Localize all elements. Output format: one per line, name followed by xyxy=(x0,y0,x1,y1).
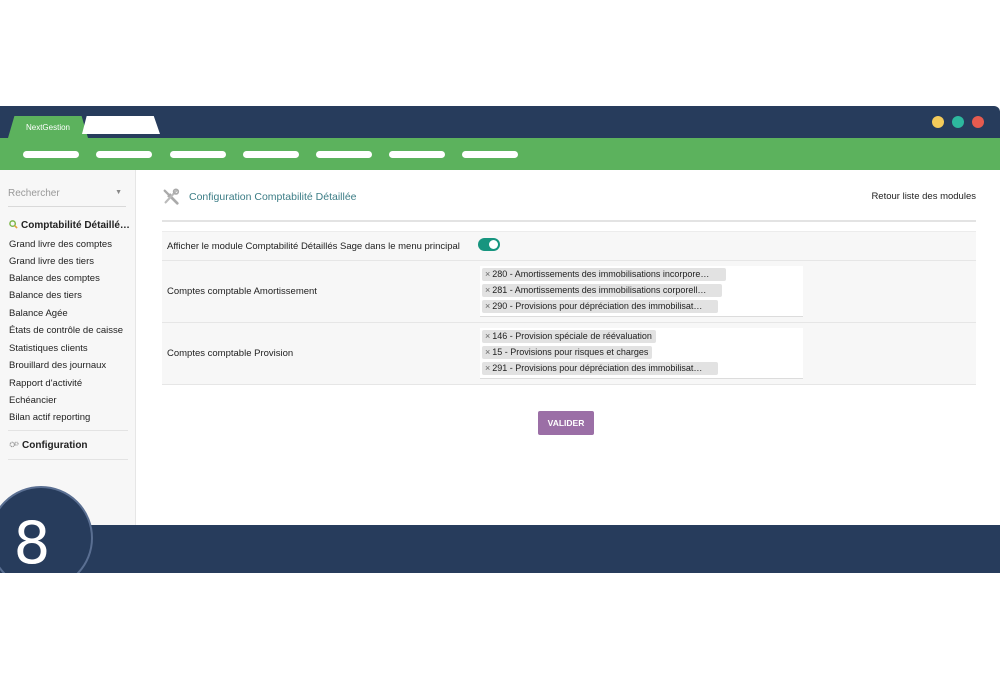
provision-tag-input[interactable]: × 146 - Provision spéciale de réévaluatio… xyxy=(480,328,803,379)
tag-15[interactable]: × 15 - Provisions pour risques et charges xyxy=(482,346,653,359)
tag-146[interactable]: × 146 - Provision spéciale de réévaluatio… xyxy=(482,330,656,343)
sidebar-item-balance-agee[interactable]: Balance Agée xyxy=(9,308,68,319)
search-icon xyxy=(9,220,18,229)
amortissement-label: Comptes comptable Amortissement xyxy=(167,286,317,297)
settings-table: Afficher le module Comptabilité Détaillé… xyxy=(162,231,976,385)
tag-label: 280 - Amortissements des immobilisations… xyxy=(492,269,710,279)
remove-tag-icon[interactable]: × xyxy=(485,363,490,373)
nav-item-6[interactable] xyxy=(389,151,445,158)
sidebar-item-balance-tiers[interactable]: Balance des tiers xyxy=(9,290,82,301)
setting-row-amortissement: Comptes comptable Amortissement × 280 - A… xyxy=(162,261,976,323)
sidebar-item-statistiques-clients[interactable]: Statistiques clients xyxy=(9,343,88,354)
step-badge: 8 xyxy=(0,486,93,573)
step-number: 8 xyxy=(13,509,51,573)
nav-item-5[interactable] xyxy=(316,151,372,158)
remove-tag-icon[interactable]: × xyxy=(485,347,490,357)
nav-item-3[interactable] xyxy=(170,151,226,158)
tab-label: NextGestion xyxy=(25,122,71,132)
nav-item-7[interactable] xyxy=(462,151,518,158)
sidebar-item-rapport-activite[interactable]: Rapport d'activité xyxy=(9,378,82,389)
sidebar-item-balance-comptes[interactable]: Balance des comptes xyxy=(9,273,100,284)
nav-item-4[interactable] xyxy=(243,151,299,158)
amortissement-tag-input[interactable]: × 280 - Amortissements des immobilisation… xyxy=(480,266,803,317)
title-bar: NextGestion xyxy=(0,106,1000,138)
provision-label: Comptes comptable Provision xyxy=(167,348,294,359)
remove-tag-icon[interactable]: × xyxy=(485,301,490,311)
tag-label: 15 - Provisions pour risques et charges xyxy=(492,347,649,357)
remove-tag-icon[interactable]: × xyxy=(485,269,490,279)
remove-tag-icon[interactable]: × xyxy=(485,285,490,295)
sidebar-item-grand-livre-comptes[interactable]: Grand livre des comptes xyxy=(9,239,112,250)
search-placeholder: Rechercher xyxy=(8,188,60,199)
menu-display-toggle[interactable] xyxy=(478,238,500,251)
maximize-dot[interactable] xyxy=(952,116,964,128)
page-header: Configuration Comptabilité Détaillée Ret… xyxy=(162,184,976,222)
chevron-down-icon[interactable]: ▼ xyxy=(115,189,122,196)
toggle-label: Afficher le module Comptabilité Détaillé… xyxy=(167,241,460,252)
section-title: Comptabilité Détaillé… xyxy=(21,220,130,231)
close-dot[interactable] xyxy=(972,116,984,128)
page-title: Configuration Comptabilité Détaillée xyxy=(189,191,357,203)
tag-label: 281 - Amortissements des immobilisations… xyxy=(492,285,707,295)
setting-row-toggle: Afficher le module Comptabilité Détaillé… xyxy=(162,232,976,261)
tag-280[interactable]: × 280 - Amortissements des immobilisation… xyxy=(482,268,726,281)
back-to-modules-link[interactable]: Retour liste des modules xyxy=(871,191,976,202)
sidebar-item-grand-livre-tiers[interactable]: Grand livre des tiers xyxy=(9,256,94,267)
tag-281[interactable]: × 281 - Amortissements des immobilisation… xyxy=(482,284,722,297)
tag-291[interactable]: × 291 - Provisions pour dépréciation des … xyxy=(482,362,718,375)
nav-item-1[interactable] xyxy=(23,151,79,158)
tag-290[interactable]: × 290 - Provisions pour dépréciation des … xyxy=(482,300,718,313)
tab-blank[interactable] xyxy=(82,116,160,134)
nav-item-2[interactable] xyxy=(96,151,152,158)
tools-icon xyxy=(163,188,180,205)
tag-label: 146 - Provision spéciale de réévaluation xyxy=(492,331,652,341)
badge-clip: 8 xyxy=(0,419,1000,573)
sidebar-item-etats-caisse[interactable]: États de contrôle de caisse xyxy=(9,325,123,336)
sidebar-search[interactable]: Rechercher ▼ xyxy=(8,180,126,207)
minimize-dot[interactable] xyxy=(932,116,944,128)
tag-label: 291 - Provisions pour dépréciation des i… xyxy=(492,363,703,373)
remove-tag-icon[interactable]: × xyxy=(485,331,490,341)
sidebar-item-brouillard[interactable]: Brouillard des journaux xyxy=(9,360,106,371)
tag-label: 290 - Provisions pour dépréciation des i… xyxy=(492,301,703,311)
sidebar-section-comptabilite[interactable]: Comptabilité Détaillé… xyxy=(9,220,130,231)
setting-row-provision: Comptes comptable Provision × 146 - Provi… xyxy=(162,323,976,385)
main-nav-bar xyxy=(0,138,1000,170)
sidebar-item-echeancier[interactable]: Echéancier xyxy=(9,395,57,406)
tab-nextgestion[interactable]: NextGestion xyxy=(8,116,88,138)
toggle-knob xyxy=(489,240,498,249)
